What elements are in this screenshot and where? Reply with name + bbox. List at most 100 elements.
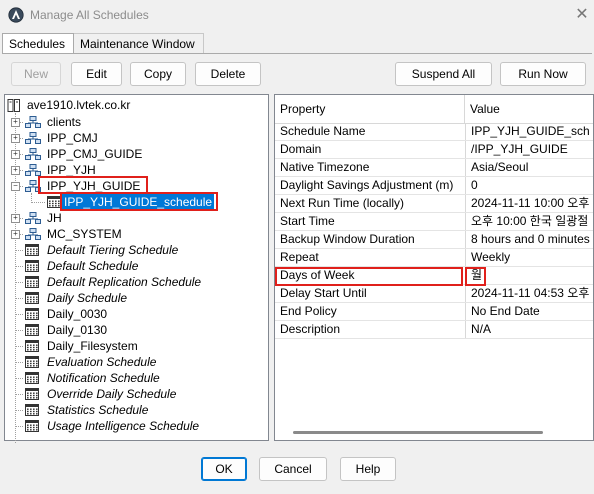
group-icon bbox=[25, 228, 41, 240]
tree-item[interactable]: + MC_SYSTEM bbox=[5, 226, 265, 242]
property-name: Native Timezone bbox=[280, 160, 370, 174]
annotation-box-schedule bbox=[60, 192, 218, 211]
property-row[interactable]: Schedule Name IPP_YJH_GUIDE_sch bbox=[275, 123, 593, 141]
schedule-icon bbox=[25, 292, 39, 304]
schedule-icon bbox=[25, 356, 39, 368]
expand-icon[interactable]: + bbox=[11, 118, 20, 127]
expand-icon[interactable]: + bbox=[11, 214, 20, 223]
collapse-icon[interactable]: − bbox=[11, 182, 20, 191]
tree-item[interactable]: Default Replication Schedule bbox=[5, 274, 265, 290]
run-now-button[interactable]: Run Now bbox=[500, 62, 586, 86]
tree-item[interactable]: Daily Schedule bbox=[5, 290, 265, 306]
edit-button[interactable]: Edit bbox=[71, 62, 122, 86]
tree-guide-line bbox=[15, 298, 23, 299]
schedule-icon bbox=[25, 420, 39, 432]
window-title: Manage All Schedules bbox=[30, 8, 149, 22]
property-value: 8 hours and 0 minutes bbox=[465, 231, 593, 248]
tree-item[interactable]: Statistics Schedule bbox=[5, 402, 265, 418]
tree-item-label: Daily_0130 bbox=[47, 323, 108, 337]
property-value: 2024-11-11 10:00 오후 bbox=[465, 195, 593, 212]
property-value: Asia/Seoul bbox=[465, 159, 593, 176]
property-value: 오후 10:00 한국 일광절 bbox=[465, 213, 593, 230]
horizontal-scrollbar[interactable] bbox=[293, 431, 543, 434]
tree-item[interactable]: Default Tiering Schedule bbox=[5, 242, 265, 258]
group-icon bbox=[25, 132, 41, 144]
property-value: IPP_YJH_GUIDE_sch bbox=[465, 123, 593, 140]
tree-guide-line bbox=[15, 410, 23, 411]
title-bar: Manage All Schedules ✕ bbox=[0, 0, 594, 30]
tree-item-label: Override Daily Schedule bbox=[47, 387, 177, 401]
tree-item[interactable]: Daily_0130 bbox=[5, 322, 265, 338]
group-icon bbox=[25, 164, 41, 176]
property-row[interactable]: Start Time 오후 10:00 한국 일광절 bbox=[275, 213, 593, 231]
tree-item[interactable]: + IPP_CMJ_GUIDE bbox=[5, 146, 265, 162]
tree-item-label: clients bbox=[47, 115, 82, 129]
tree-guide-line bbox=[15, 394, 23, 395]
help-button[interactable]: Help bbox=[340, 457, 396, 481]
tree-item-label: Notification Schedule bbox=[47, 371, 160, 385]
tree-item-label: Default Schedule bbox=[47, 259, 139, 273]
schedule-icon bbox=[25, 308, 39, 320]
tab-maintenance-window[interactable]: Maintenance Window bbox=[74, 33, 204, 53]
tree-guide-line bbox=[15, 346, 23, 347]
property-name: Daylight Savings Adjustment (m) bbox=[280, 178, 454, 192]
property-value: /IPP_YJH_GUIDE bbox=[465, 141, 593, 158]
tree-item[interactable]: + clients bbox=[5, 114, 265, 130]
property-name: End Policy bbox=[280, 304, 337, 318]
tree-item-label: Daily_Filesystem bbox=[47, 339, 138, 353]
schedule-icon bbox=[25, 404, 39, 416]
tree-item-label: IPP_CMJ_GUIDE bbox=[47, 147, 143, 161]
tree-item[interactable]: Override Daily Schedule bbox=[5, 386, 265, 402]
close-icon[interactable]: ✕ bbox=[572, 5, 592, 25]
tree-item-label: Daily_0030 bbox=[47, 307, 108, 321]
app-logo-icon bbox=[8, 7, 24, 23]
tree-item[interactable]: Evaluation Schedule bbox=[5, 354, 265, 370]
expand-icon[interactable]: + bbox=[11, 150, 20, 159]
copy-button[interactable]: Copy bbox=[130, 62, 186, 86]
header-value[interactable]: Value bbox=[465, 95, 500, 123]
property-value: N/A bbox=[465, 321, 593, 338]
tree-item[interactable]: Daily_0030 bbox=[5, 306, 265, 322]
tree-item-label: IPP_CMJ bbox=[47, 131, 98, 145]
tree-guide-line bbox=[15, 250, 23, 251]
property-row[interactable]: End Policy No End Date bbox=[275, 303, 593, 321]
tree-item-label: Evaluation Schedule bbox=[47, 355, 157, 369]
property-row[interactable]: Backup Window Duration 8 hours and 0 minu… bbox=[275, 231, 593, 249]
property-table-header: Property Value bbox=[275, 95, 593, 124]
delete-button[interactable]: Delete bbox=[195, 62, 261, 86]
tree-item[interactable]: Daily_Filesystem bbox=[5, 338, 265, 354]
property-row[interactable]: Next Run Time (locally) 2024-11-11 10:00 … bbox=[275, 195, 593, 213]
cancel-button[interactable]: Cancel bbox=[259, 457, 327, 481]
ok-button[interactable]: OK bbox=[201, 457, 247, 481]
expand-icon[interactable]: + bbox=[11, 166, 20, 175]
expand-icon[interactable]: + bbox=[11, 230, 20, 239]
tab-schedules[interactable]: Schedules bbox=[2, 33, 74, 53]
property-name: Domain bbox=[280, 142, 322, 156]
property-row[interactable]: Delay Start Until 2024-11-11 04:53 오후 bbox=[275, 285, 593, 303]
server-icon bbox=[7, 99, 20, 112]
header-property[interactable]: Property bbox=[275, 95, 325, 123]
group-icon bbox=[25, 116, 41, 128]
tree-guide-line bbox=[15, 378, 23, 379]
property-row[interactable]: Domain/IPP_YJH_GUIDE bbox=[275, 141, 593, 159]
annotation-box-days-value bbox=[465, 267, 486, 286]
property-table[interactable]: Property Value Schedule Name IPP_YJH_GUID… bbox=[274, 94, 594, 441]
tree-item[interactable]: Usage Intelligence Schedule bbox=[5, 418, 265, 434]
new-button[interactable]: New bbox=[11, 62, 61, 86]
property-row[interactable]: Repeat Weekly bbox=[275, 249, 593, 267]
tree-item[interactable]: + IPP_CMJ bbox=[5, 130, 265, 146]
property-name: Delay Start Until bbox=[280, 286, 367, 300]
tree-item-label: Default Replication Schedule bbox=[47, 275, 202, 289]
tree-item[interactable]: Default Schedule bbox=[5, 258, 265, 274]
expand-icon[interactable]: + bbox=[11, 134, 20, 143]
tree-item[interactable]: Notification Schedule bbox=[5, 370, 265, 386]
tree-item-label: Usage Intelligence Schedule bbox=[47, 419, 200, 433]
schedule-icon bbox=[25, 324, 39, 336]
property-row[interactable]: Native Timezone Asia/Seoul bbox=[275, 159, 593, 177]
suspend-all-button[interactable]: Suspend All bbox=[395, 62, 492, 86]
tree-item[interactable]: + JH bbox=[5, 210, 265, 226]
tree-guide-line bbox=[15, 330, 23, 331]
property-row[interactable]: Description N/A bbox=[275, 321, 593, 339]
property-row[interactable]: Daylight Savings Adjustment (m) 0 bbox=[275, 177, 593, 195]
schedule-tree[interactable]: ave1910.lvtek.co.kr + clients + IPP_CMJ + IPP… bbox=[4, 94, 269, 443]
